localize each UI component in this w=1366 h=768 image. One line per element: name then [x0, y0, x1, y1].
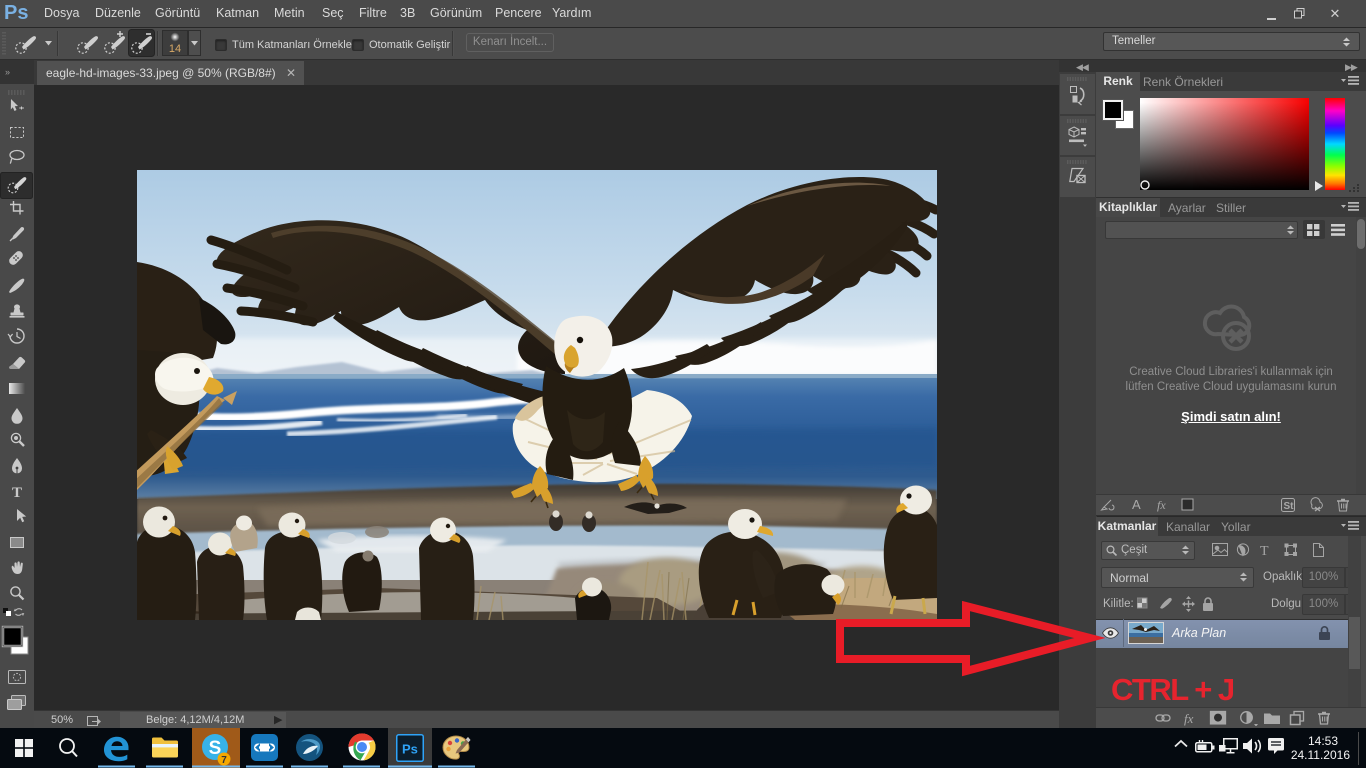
svg-text:A: A [1132, 497, 1141, 512]
svg-text:fx: fx [1184, 711, 1194, 726]
svg-text:fx: fx [1157, 498, 1166, 512]
svg-text:T: T [12, 485, 22, 501]
svg-text:14:53: 14:53 [1308, 734, 1338, 748]
svg-text:14: 14 [169, 43, 181, 55]
svg-text:Ps: Ps [402, 742, 418, 757]
svg-text:T: T [1260, 544, 1269, 558]
svg-text:24.11.2016: 24.11.2016 [1291, 748, 1350, 762]
svg-text:7: 7 [221, 755, 227, 766]
svg-text:St: St [1284, 501, 1295, 512]
